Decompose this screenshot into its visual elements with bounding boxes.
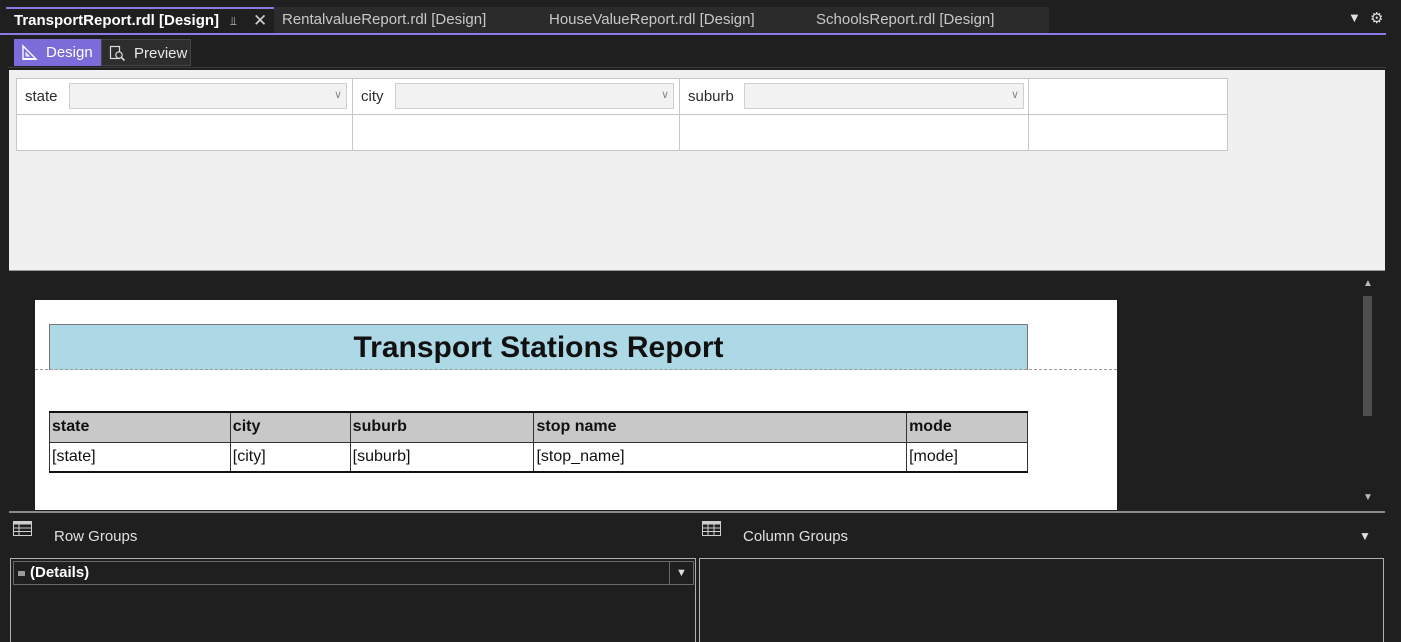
city-dropdown[interactable]: ∨: [395, 83, 674, 109]
gear-icon[interactable]: ⚙: [1370, 9, 1383, 27]
tab-schools-report[interactable]: SchoolsReport.rdl [Design]: [808, 7, 1049, 33]
tab-label: SchoolsReport.rdl [Design]: [816, 11, 995, 28]
row-group-details[interactable]: (Details) ▼: [13, 561, 694, 585]
table-header-cell[interactable]: mode: [906, 411, 1028, 443]
close-icon[interactable]: ✕: [253, 9, 267, 33]
table-detail-cell[interactable]: [city]: [229, 441, 351, 473]
parameter-label: suburb: [688, 88, 734, 105]
row-groups-icon: [13, 521, 32, 536]
column-groups-list[interactable]: [699, 558, 1384, 642]
document-tab-strip: TransportReport.rdl [Design] ⫫ ✕ Rentalv…: [0, 0, 1401, 35]
grouping-pane: Row Groups Column Groups ▼ (Details) ▼: [9, 511, 1385, 642]
parameter-cell-empty[interactable]: [16, 114, 353, 151]
row-groups-title: Row Groups: [54, 528, 138, 545]
column-groups-icon: [702, 521, 721, 536]
report-title-textbox[interactable]: Transport Stations Report: [49, 324, 1028, 370]
table-header-row: state city suburb stop name mode: [49, 411, 1028, 443]
scrollbar-thumb[interactable]: [1363, 296, 1372, 416]
suburb-dropdown[interactable]: ∨: [744, 83, 1024, 109]
page-header-separator: [35, 369, 1117, 370]
parameters-pane: state ∨ city ∨ suburb ∨: [9, 70, 1385, 271]
preview-icon: [109, 45, 126, 62]
column-groups-title: Column Groups: [743, 528, 849, 545]
design-button[interactable]: Design: [14, 39, 101, 66]
preview-button[interactable]: Preview: [101, 39, 191, 66]
scroll-up-icon[interactable]: ▲: [1363, 278, 1373, 289]
table-header-cell[interactable]: city: [229, 411, 351, 443]
ruler-triangle-icon: [22, 44, 38, 60]
parameter-cell-empty[interactable]: [352, 114, 680, 151]
tab-label: HouseValueReport.rdl [Design]: [549, 11, 755, 28]
parameter-cell-empty[interactable]: [679, 114, 1029, 151]
table-detail-cell[interactable]: [suburb]: [349, 441, 535, 473]
ide-window: TransportReport.rdl [Design] ⫫ ✕ Rentalv…: [0, 0, 1401, 642]
chevron-down-icon: ∨: [1010, 89, 1019, 101]
parameter-cell-state[interactable]: state ∨: [16, 78, 353, 115]
preview-label: Preview: [134, 45, 188, 62]
parameter-cell-empty[interactable]: [1028, 78, 1228, 115]
tab-rentalvalue-report[interactable]: RentalvalueReport.rdl [Design]: [274, 7, 541, 33]
pin-icon[interactable]: ⫫: [230, 9, 237, 33]
vertical-scrollbar[interactable]: ▲ ▼: [1359, 272, 1377, 510]
parameter-grid: state ∨ city ∨ suburb ∨: [16, 78, 1228, 152]
report-design-surface[interactable]: Transport Stations Report state city sub…: [9, 272, 1385, 510]
chevron-down-icon: ∨: [660, 89, 669, 101]
view-mode-toolbar: Design Preview: [8, 35, 1386, 68]
chevron-down-icon[interactable]: ▼: [1348, 10, 1361, 25]
report-tablix[interactable]: state city suburb stop name mode [state]…: [49, 411, 1028, 473]
table-detail-row: [state] [city] [suburb] [stop_name] [mod…: [49, 441, 1028, 473]
parameter-label: state: [25, 88, 58, 105]
chevron-down-icon[interactable]: ▼: [1359, 529, 1371, 543]
design-label: Design: [46, 44, 93, 61]
table-header-cell[interactable]: state: [49, 411, 231, 443]
row-group-label: (Details): [30, 564, 90, 581]
state-dropdown[interactable]: ∨: [69, 83, 347, 109]
tab-label: RentalvalueReport.rdl [Design]: [282, 11, 487, 28]
parameter-label: city: [361, 88, 384, 105]
scroll-down-icon[interactable]: ▼: [1363, 492, 1373, 503]
report-page[interactable]: Transport Stations Report state city sub…: [35, 300, 1117, 510]
chevron-down-icon: ∨: [333, 89, 342, 101]
table-detail-cell[interactable]: [state]: [49, 441, 231, 473]
table-header-cell[interactable]: stop name: [533, 411, 908, 443]
tab-housevalue-report[interactable]: HouseValueReport.rdl [Design]: [541, 7, 808, 33]
row-group-dropdown-button[interactable]: ▼: [669, 562, 693, 584]
parameter-cell-suburb[interactable]: suburb ∨: [679, 78, 1029, 115]
tab-transport-report[interactable]: TransportReport.rdl [Design] ⫫ ✕: [6, 7, 274, 33]
group-marker-icon: [18, 571, 25, 576]
tab-label: TransportReport.rdl [Design]: [14, 12, 220, 29]
table-detail-cell[interactable]: [mode]: [906, 441, 1028, 473]
parameter-cell-empty[interactable]: [1028, 114, 1228, 151]
row-groups-list[interactable]: (Details) ▼: [10, 558, 696, 642]
parameter-cell-city[interactable]: city ∨: [352, 78, 680, 115]
table-header-cell[interactable]: suburb: [349, 411, 535, 443]
table-detail-cell[interactable]: [stop_name]: [533, 441, 908, 473]
